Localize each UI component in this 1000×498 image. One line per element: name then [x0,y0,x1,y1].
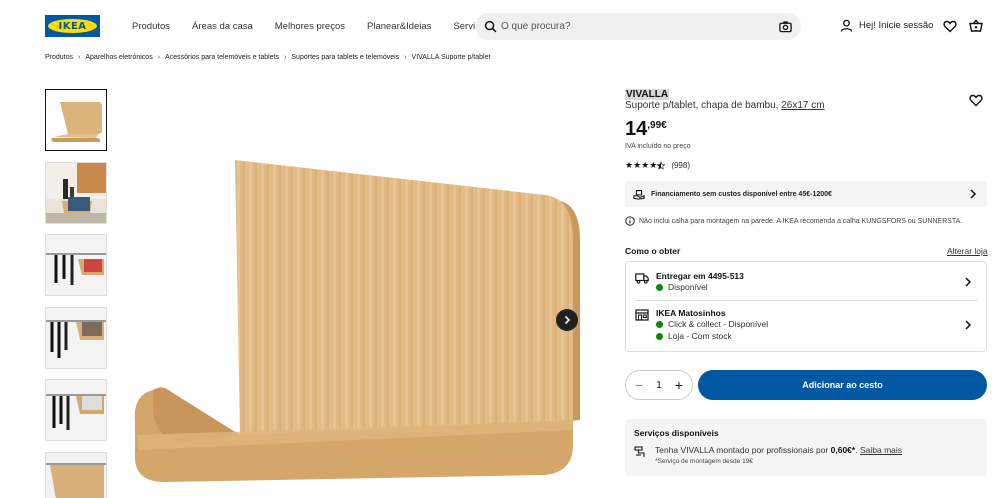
chevron-right-icon [965,277,972,287]
user-icon [840,19,853,32]
product-description: Suporte p/tablet, chapa de bambu, 26x17 … [625,100,825,111]
thumbnail-image [46,90,106,150]
main-nav: Produtos Áreas da casa Melhores preços P… [132,0,512,52]
thumbnail-2[interactable] [45,162,107,224]
nav-areas-da-casa[interactable]: Áreas da casa [192,21,253,32]
price-decimal: ,99€ [647,120,667,131]
store-status-stock: Loja - Com stock [656,331,732,341]
services-panel: Serviços disponíveis Tenha VIVALLA monta… [625,419,987,476]
store-status-collect: Click & collect - Disponível [656,319,768,329]
delivery-options: Entregar em 4495-513 Disponível IKEA Mat… [625,261,987,352]
quantity-stepper: − 1 + [625,370,693,400]
nav-melhores-precos[interactable]: Melhores preços [275,21,345,32]
star-icon: ★ [649,160,657,170]
breadcrumb-current: VIVALLA Suporte p/tablet [411,53,491,61]
thumbnail-image [46,453,106,498]
dimensions-link[interactable]: 26x17 cm [781,100,824,111]
product-main-image [125,90,595,490]
shopping-bag-hand-icon [633,190,645,200]
store-status-collect-text: Click & collect - Disponível [668,319,769,329]
favourite-heart-icon[interactable] [969,93,983,107]
chevron-right-icon [965,320,972,330]
cart-icon[interactable] [969,19,983,33]
next-image-button[interactable] [556,309,578,331]
assembly-tool-icon [634,446,645,457]
decrease-quantity-button[interactable]: − [635,377,643,393]
half-star-icon [657,161,666,170]
thumbnail-5[interactable] [45,379,107,441]
info-icon [625,216,635,226]
vat-note: IVA incluído no preço [625,143,691,150]
breadcrumb-item[interactable]: Suportes para tablets e telemóveis [291,54,399,61]
delivery-title: Entregar em 4495-513 [656,271,744,281]
truck-icon [635,273,649,284]
services-note: *Serviço de montagem desde 19€ [655,458,753,465]
services-price: 0,60€* [830,445,856,455]
services-line: Tenha VIVALLA montado por profissionais … [655,445,903,455]
thumbnail-image [46,308,106,368]
star-icon: ★ [633,160,641,170]
star-icon: ★ [625,160,633,170]
chevron-right-icon: › [157,53,161,61]
store-icon [635,309,649,321]
star-icon: ★ [641,160,649,170]
rating[interactable]: ★ ★ ★ ★ (998) [625,160,690,171]
increase-quantity-button[interactable]: + [675,377,683,393]
notice-text: Não inclui calha para montagem na parede… [639,217,963,225]
add-to-cart-button[interactable]: Adicionar ao cesto [698,370,987,400]
financing-banner[interactable]: Financiamento sem custos disponível entr… [625,181,987,207]
camera-icon[interactable] [779,20,792,33]
breadcrumb-item[interactable]: Aparelhos eletrónicos [85,54,152,61]
logo-text: IKEA [58,20,87,32]
search-input[interactable] [501,17,761,36]
change-store-link[interactable]: Alterar loja [947,246,988,256]
available-dot [656,320,663,328]
thumbnail-1[interactable] [45,89,107,151]
quantity-value[interactable]: 1 [656,380,662,391]
delivery-status-text: Disponível [668,282,708,292]
thumbnail-image [46,163,106,223]
product-brand: VIVALLA [625,89,670,100]
chevron-right-icon [970,189,977,199]
login-label: Hej! Inicie sessão [859,20,934,31]
ikea-logo[interactable]: IKEA [45,15,100,37]
delivery-status: Disponível [656,282,708,292]
heart-icon[interactable] [943,19,957,33]
available-dot [656,283,663,291]
services-line-prefix: Tenha VIVALLA montado por profissionais … [655,445,829,455]
chevron-right-icon [564,315,571,325]
financing-label: Financiamento sem custos disponível entr… [651,190,832,198]
mounting-notice: Não inclui calha para montagem na parede… [625,216,962,226]
store-status-stock-text: Loja - Com stock [668,331,732,341]
store-title: IKEA Matosinhos [656,308,726,318]
logo-oval: IKEA [48,19,97,33]
search-icon[interactable] [484,20,497,33]
nav-produtos[interactable]: Produtos [132,21,170,32]
breadcrumb-item[interactable]: Acessórios para telemóveis e tablets [165,54,279,61]
chevron-right-icon: › [404,53,407,61]
chevron-right-icon: › [78,53,81,61]
price-integer: 14 [625,118,648,140]
login-link[interactable]: Hej! Inicie sessão [840,19,933,32]
thumbnail-3[interactable] [45,234,107,296]
services-title: Serviços disponíveis [634,428,719,438]
thumbnail-4[interactable] [45,307,107,369]
nav-planear-ideias[interactable]: Planear&Ideias [367,21,431,32]
site-header: IKEA Produtos Áreas da casa Melhores pre… [0,0,1000,50]
search-bar [475,13,801,40]
thumbnail-image [46,380,106,440]
chevron-right-icon: › [284,53,287,61]
thumbnail-6[interactable] [45,452,107,498]
description-text: Suporte p/tablet, chapa de bambu, [625,100,779,111]
delivery-option[interactable]: Entregar em 4495-513 Disponível [626,262,986,300]
how-to-get-heading: Como o obter [625,246,681,256]
product-price: 14 ,99€ [625,118,667,140]
store-option[interactable]: IKEA Matosinhos Click & collect - Dispon… [626,301,986,351]
breadcrumb-item[interactable]: Produtos [45,54,73,61]
rating-count: (998) [671,161,690,170]
learn-more-link[interactable]: Saiba mais [860,445,902,455]
thumbnail-image [46,235,106,295]
breadcrumb: Produtos › Aparelhos eletrónicos › Acessór… [45,52,490,62]
available-dot [656,332,663,340]
